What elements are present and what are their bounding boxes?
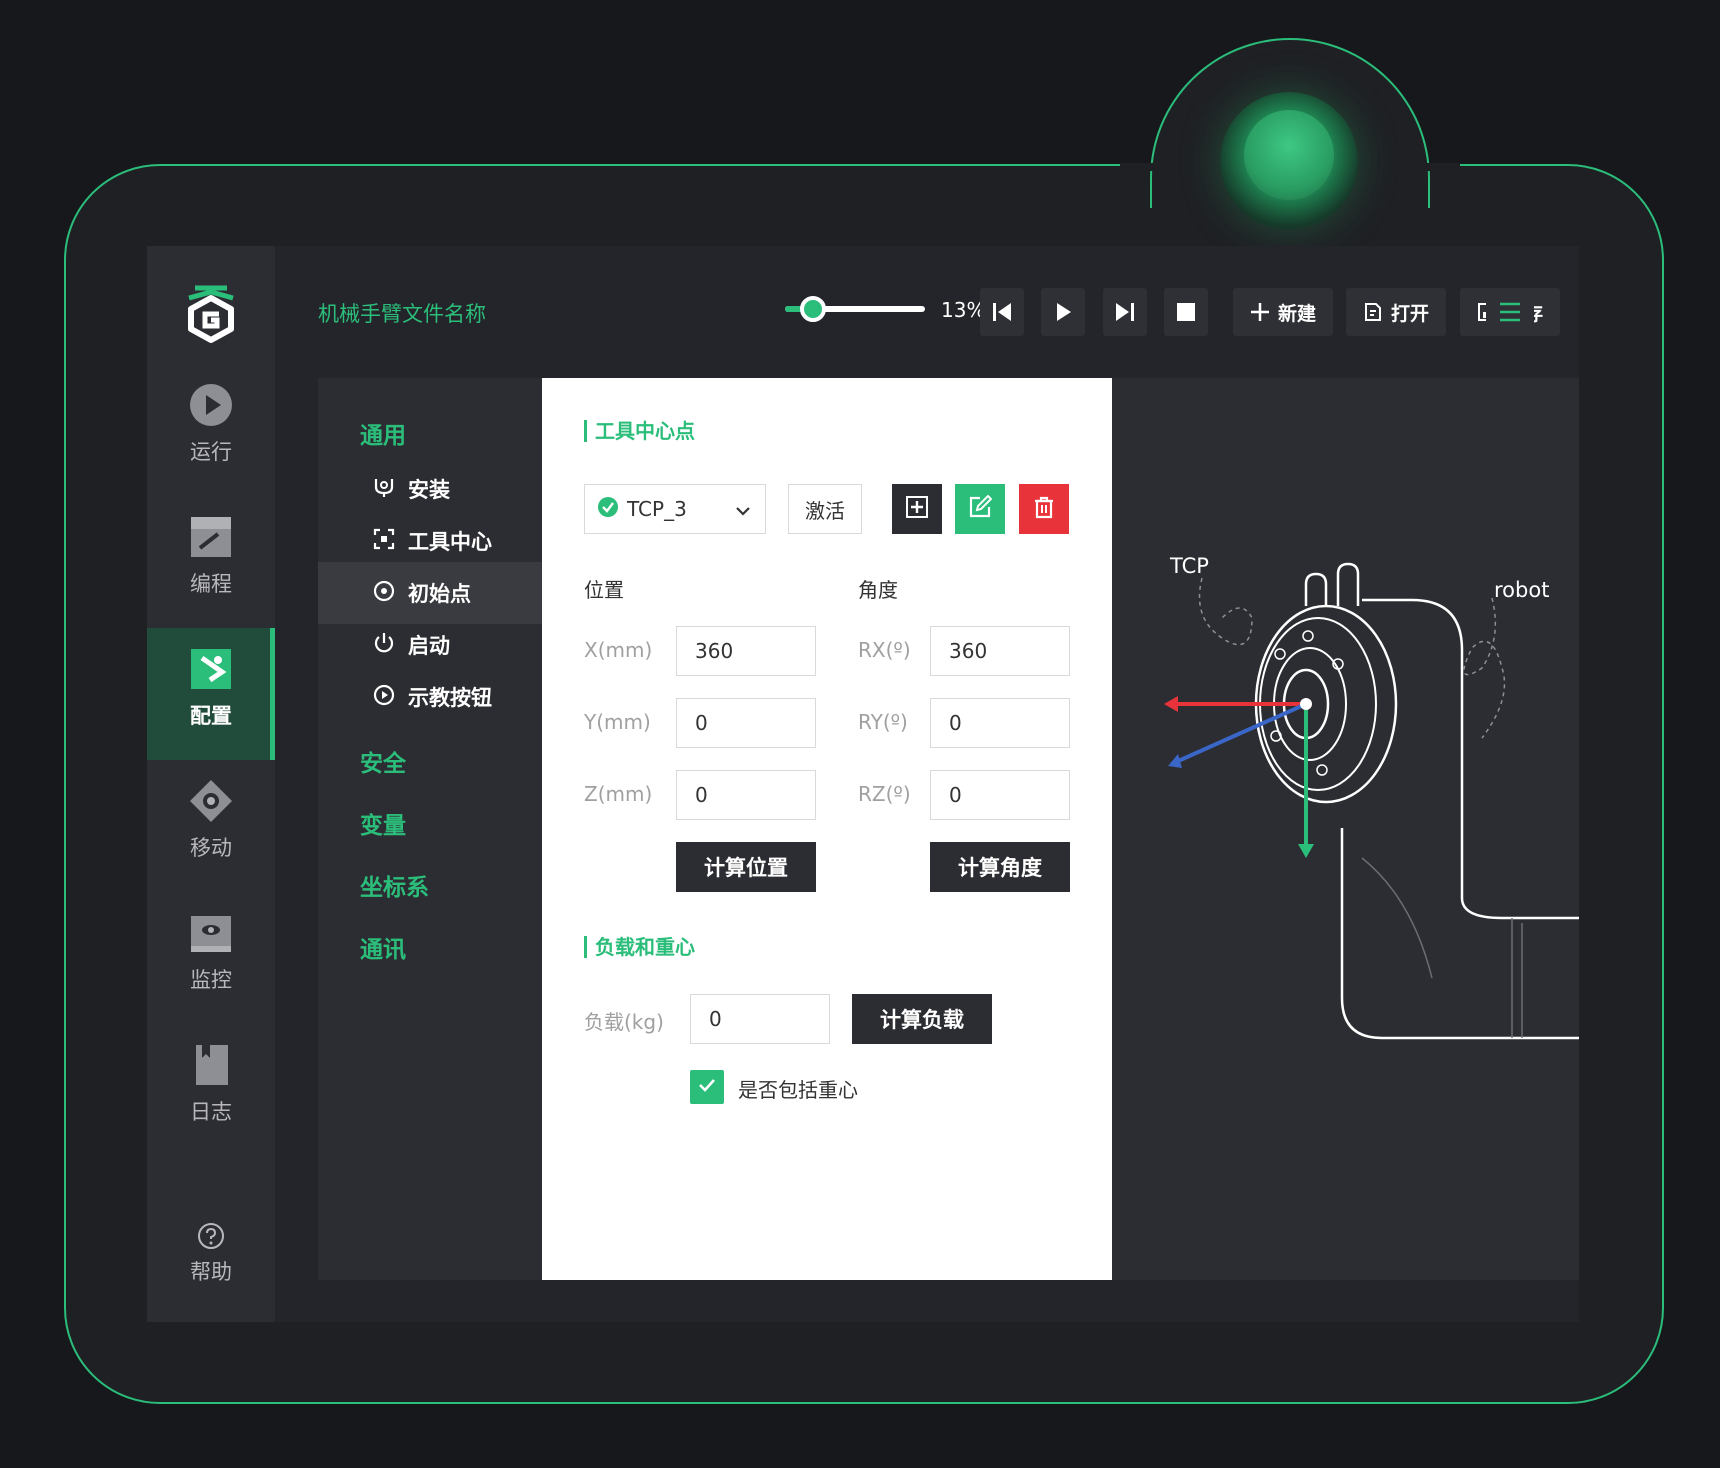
position-heading: 位置: [584, 578, 624, 602]
robot-arm-illustration: [1164, 562, 1579, 1040]
log-icon: [188, 1042, 234, 1088]
file-title: 机械手臂文件名称: [318, 302, 486, 326]
content-area: 通用 安装 工具中心 初始点 启动 示教按钮 安全 变量 坐标系 通讯 工具中心…: [318, 378, 1579, 1280]
check-circle-icon: [597, 496, 619, 523]
delete-tcp-button[interactable]: [1019, 484, 1069, 534]
program-icon: [188, 514, 234, 560]
tcp-dropdown[interactable]: TCP_3: [584, 484, 766, 534]
settings-submenu: 通用 安装 工具中心 初始点 启动 示教按钮 安全 变量 坐标系 通讯: [318, 378, 542, 1280]
tcp-settings-panel: 工具中心点 TCP_3 激活 位置 角度 X(mm) 360 RX(º) 360…: [542, 378, 1112, 1280]
monitor-icon: [188, 910, 234, 956]
skip-forward-icon: [1114, 301, 1136, 323]
ry-input[interactable]: [930, 698, 1070, 748]
z-input[interactable]: [676, 770, 816, 820]
run-icon: [188, 382, 234, 428]
rail-item-monitor[interactable]: 监控: [147, 892, 275, 1024]
screen: 运行 编程 配置 移动 监控 日志 帮助 机械手臂文件名称 13% 新建 打开 …: [147, 246, 1579, 1322]
hamburger-menu-icon: [1499, 302, 1521, 322]
rail-item-label: 运行: [190, 440, 232, 464]
rx-label: RX(º): [858, 638, 911, 662]
include-cog-label: 是否包括重心: [738, 1078, 858, 1102]
rail-item-label: 监控: [190, 968, 232, 992]
load-input[interactable]: [690, 994, 830, 1044]
ry-label: RY(º): [858, 710, 908, 734]
rail-item-label: 日志: [190, 1100, 232, 1124]
rail-item-label: 编程: [190, 572, 232, 596]
move-icon: [188, 778, 234, 824]
help-icon: [197, 1222, 225, 1250]
skip-back-icon: [991, 301, 1013, 323]
activate-button[interactable]: 激活: [788, 484, 862, 534]
speed-percent-label: 13%: [941, 298, 986, 322]
y-input[interactable]: [676, 698, 816, 748]
new-button[interactable]: 新建: [1233, 288, 1333, 336]
submenu-category-coordinates[interactable]: 坐标系: [360, 868, 429, 902]
toolbar: 机械手臂文件名称 13% 新建 打开: [275, 246, 1579, 378]
rz-input[interactable]: [930, 770, 1070, 820]
submenu-item-teach-button[interactable]: 示教按钮: [318, 666, 542, 728]
add-square-icon: [905, 495, 929, 523]
checkmark-icon: [697, 1077, 717, 1097]
help-button[interactable]: 帮助: [147, 1218, 275, 1298]
calc-position-button[interactable]: 计算位置: [676, 842, 816, 892]
edit-tcp-button[interactable]: [955, 484, 1005, 534]
x-input[interactable]: [676, 626, 816, 676]
config-icon: [188, 646, 234, 692]
z-label: Z(mm): [584, 782, 653, 806]
teach-button-icon: [372, 683, 396, 712]
rail-item-label: 移动: [190, 836, 232, 860]
section-title-load: 负载和重心: [584, 936, 695, 958]
chevron-down-icon: [735, 497, 751, 521]
step-forward-button[interactable]: [1103, 288, 1147, 336]
open-button[interactable]: 打开: [1346, 288, 1446, 336]
status-led: [1220, 92, 1358, 230]
play-button[interactable]: [1041, 288, 1085, 336]
rail-item-program[interactable]: 编程: [147, 496, 275, 628]
calc-angle-button[interactable]: 计算角度: [930, 842, 1070, 892]
power-icon: [372, 631, 396, 660]
submenu-category-safety[interactable]: 安全: [360, 744, 406, 778]
submenu-category-variables[interactable]: 变量: [360, 806, 406, 840]
slider-handle[interactable]: [799, 296, 826, 322]
rz-label: RZ(º): [858, 782, 911, 806]
rx-input[interactable]: [930, 626, 1070, 676]
speed-slider[interactable]: [785, 294, 925, 324]
rail-item-label: 配置: [190, 704, 232, 728]
rail-item-run[interactable]: 运行: [147, 364, 275, 496]
open-file-icon: [1363, 302, 1383, 322]
load-label: 负载(kg): [584, 1010, 664, 1034]
trash-icon: [1032, 495, 1056, 523]
x-label: X(mm): [584, 638, 653, 662]
rail-item-move[interactable]: 移动: [147, 760, 275, 892]
play-icon: [1052, 301, 1074, 323]
tool-center-icon: [372, 527, 396, 556]
left-rail: 运行 编程 配置 移动 监控 日志 帮助: [147, 246, 275, 1322]
stop-icon: [1176, 302, 1196, 322]
tcp-selected-value: TCP_3: [627, 497, 687, 521]
rail-item-log[interactable]: 日志: [147, 1024, 275, 1156]
angle-heading: 角度: [858, 578, 898, 602]
y-label: Y(mm): [584, 710, 651, 734]
home-point-icon: [372, 579, 396, 608]
section-title-tcp: 工具中心点: [584, 420, 695, 442]
app-logo-icon: [183, 282, 239, 344]
plus-icon: [1250, 302, 1270, 322]
submenu-category-communication[interactable]: 通讯: [360, 930, 406, 964]
robot-3d-viewport[interactable]: TCP robot: [1112, 378, 1579, 1280]
include-cog-checkbox[interactable]: [690, 1070, 724, 1104]
add-tcp-button[interactable]: [892, 484, 942, 534]
submenu-category-general[interactable]: 通用: [360, 416, 406, 450]
calc-load-button[interactable]: 计算负载: [852, 994, 992, 1044]
edit-icon: [968, 494, 993, 523]
menu-button[interactable]: [1486, 288, 1534, 336]
stop-button[interactable]: [1164, 288, 1208, 336]
step-back-button[interactable]: [980, 288, 1024, 336]
rail-item-config[interactable]: 配置: [147, 628, 275, 760]
install-icon: [372, 475, 396, 504]
